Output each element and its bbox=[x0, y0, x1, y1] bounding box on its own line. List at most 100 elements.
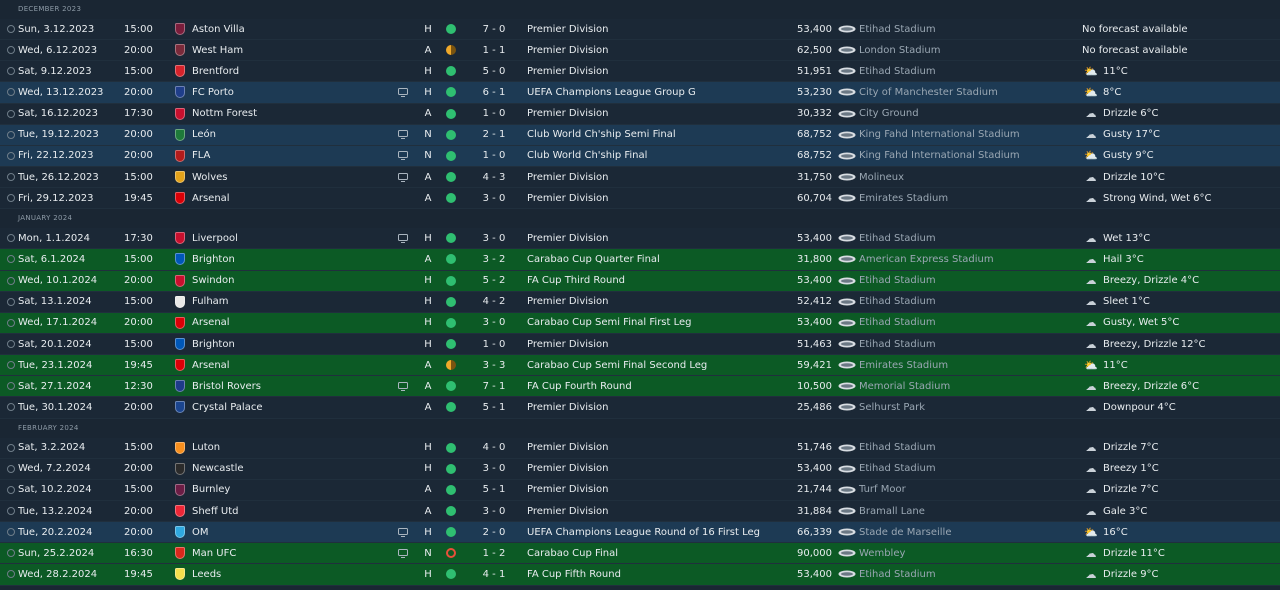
match-date[interactable]: Tue, 20.2.2024 bbox=[18, 522, 118, 542]
match-score[interactable]: 1 - 0 bbox=[474, 334, 514, 354]
stadium-name[interactable]: City of Manchester Stadium bbox=[859, 82, 1069, 102]
match-score[interactable]: 3 - 3 bbox=[474, 355, 514, 375]
opponent-name[interactable]: Liverpool bbox=[192, 228, 382, 248]
fixture-row[interactable]: Wed, 10.1.2024 20:00 Swindon H 5 - 2 FA Cup T… bbox=[0, 270, 1280, 292]
select-dot-circle[interactable] bbox=[7, 403, 15, 412]
fixture-row[interactable]: Tue, 13.2.2024 20:00 Sheff Utd A 3 - 0 Premie… bbox=[0, 500, 1280, 523]
match-score[interactable]: 1 - 2 bbox=[474, 543, 514, 563]
match-date[interactable]: Sat, 10.2.2024 bbox=[18, 480, 118, 500]
fixture-row[interactable]: Tue, 23.1.2024 19:45 Arsenal A 3 - 3 Carabao … bbox=[0, 355, 1280, 377]
match-score[interactable]: 4 - 3 bbox=[474, 167, 514, 187]
opponent-name[interactable]: Bristol Rovers bbox=[192, 376, 382, 396]
opponent-name[interactable]: Arsenal bbox=[192, 188, 382, 208]
fixture-row[interactable]: Sun, 25.2.2024 16:30 Man UFC N 1 - 2 Carabao … bbox=[0, 543, 1280, 565]
select-dot[interactable] bbox=[5, 125, 17, 145]
competition-name[interactable]: Premier Division bbox=[527, 438, 777, 458]
select-dot[interactable] bbox=[5, 271, 17, 291]
stadium-name[interactable]: Etihad Stadium bbox=[859, 19, 1069, 39]
opponent-name[interactable]: Brighton bbox=[192, 249, 382, 269]
stadium-name[interactable]: American Express Stadium bbox=[859, 249, 1069, 269]
opponent-name[interactable]: Sheff Utd bbox=[192, 501, 382, 521]
match-date[interactable]: Sun, 3.12.2023 bbox=[18, 19, 118, 39]
competition-name[interactable]: FA Cup Fourth Round bbox=[527, 376, 777, 396]
competition-name[interactable]: Premier Division bbox=[527, 334, 777, 354]
match-date[interactable]: Sat, 13.1.2024 bbox=[18, 292, 118, 312]
stadium-name[interactable]: King Fahd International Stadium bbox=[859, 146, 1069, 166]
select-dot[interactable] bbox=[5, 564, 17, 584]
select-dot-circle[interactable] bbox=[7, 507, 15, 516]
stadium-name[interactable]: Etihad Stadium bbox=[859, 228, 1069, 248]
match-score[interactable]: 7 - 0 bbox=[474, 19, 514, 39]
match-date[interactable]: Tue, 26.12.2023 bbox=[18, 167, 118, 187]
match-date[interactable]: Wed, 7.2.2024 bbox=[18, 459, 118, 479]
competition-name[interactable]: Carabao Cup Semi Final First Leg bbox=[527, 313, 777, 333]
select-dot-circle[interactable] bbox=[7, 528, 15, 537]
fixture-row[interactable]: Fri, 29.12.2023 19:45 Arsenal A 3 - 0 Premier… bbox=[0, 188, 1280, 210]
match-date[interactable]: Wed, 28.2.2024 bbox=[18, 564, 118, 584]
competition-name[interactable]: UEFA Champions League Round of 16 First … bbox=[527, 522, 777, 542]
match-date[interactable]: Tue, 30.1.2024 bbox=[18, 397, 118, 417]
match-score[interactable]: 3 - 0 bbox=[474, 188, 514, 208]
match-score[interactable]: 3 - 0 bbox=[474, 501, 514, 521]
match-score[interactable]: 1 - 0 bbox=[474, 104, 514, 124]
opponent-name[interactable]: West Ham bbox=[192, 40, 382, 60]
stadium-name[interactable]: Selhurst Park bbox=[859, 397, 1069, 417]
select-dot-circle[interactable] bbox=[7, 173, 15, 182]
select-dot-circle[interactable] bbox=[7, 67, 15, 76]
match-score[interactable]: 6 - 1 bbox=[474, 82, 514, 102]
select-dot-circle[interactable] bbox=[7, 570, 15, 579]
match-score[interactable]: 3 - 2 bbox=[474, 249, 514, 269]
opponent-name[interactable]: Luton bbox=[192, 438, 382, 458]
select-dot-circle[interactable] bbox=[7, 276, 15, 285]
match-score[interactable]: 4 - 2 bbox=[474, 292, 514, 312]
stadium-name[interactable]: Turf Moor bbox=[859, 480, 1069, 500]
match-score[interactable]: 1 - 0 bbox=[474, 146, 514, 166]
match-date[interactable]: Sat, 27.1.2024 bbox=[18, 376, 118, 396]
opponent-name[interactable]: Newcastle bbox=[192, 459, 382, 479]
stadium-name[interactable]: Emirates Stadium bbox=[859, 355, 1069, 375]
match-score[interactable]: 2 - 0 bbox=[474, 522, 514, 542]
fixture-row[interactable]: Tue, 20.2.2024 20:00 OM H 2 - 0 UEFA Champion… bbox=[0, 522, 1280, 544]
match-score[interactable]: 5 - 1 bbox=[474, 397, 514, 417]
match-score[interactable]: 5 - 1 bbox=[474, 480, 514, 500]
fixture-row[interactable]: Tue, 19.12.2023 20:00 León N 2 - 1 Club World… bbox=[0, 124, 1280, 146]
select-dot[interactable] bbox=[5, 146, 17, 166]
opponent-name[interactable]: Brighton bbox=[192, 334, 382, 354]
match-date[interactable]: Wed, 13.12.2023 bbox=[18, 82, 118, 102]
fixture-row[interactable]: Sat, 3.2.2024 15:00 Luton H 4 - 0 Premier Div… bbox=[0, 437, 1280, 459]
select-dot[interactable] bbox=[5, 188, 17, 208]
select-dot-circle[interactable] bbox=[7, 130, 15, 139]
fixture-row[interactable]: Sun, 3.12.2023 15:00 Aston Villa H 7 - 0 Prem… bbox=[0, 19, 1280, 41]
opponent-name[interactable]: Burnley bbox=[192, 480, 382, 500]
select-dot[interactable] bbox=[5, 104, 17, 124]
select-dot[interactable] bbox=[5, 82, 17, 102]
stadium-name[interactable]: Etihad Stadium bbox=[859, 313, 1069, 333]
stadium-name[interactable]: City Ground bbox=[859, 104, 1069, 124]
stadium-name[interactable]: Molineux bbox=[859, 167, 1069, 187]
select-dot-circle[interactable] bbox=[7, 464, 15, 473]
select-dot-circle[interactable] bbox=[7, 109, 15, 118]
fixture-row[interactable]: Mon, 1.1.2024 17:30 Liverpool H 3 - 0 Premier… bbox=[0, 228, 1280, 250]
select-dot[interactable] bbox=[5, 313, 17, 333]
competition-name[interactable]: Premier Division bbox=[527, 292, 777, 312]
match-score[interactable]: 5 - 0 bbox=[474, 61, 514, 81]
competition-name[interactable]: Club World Ch'ship Semi Final bbox=[527, 125, 777, 145]
competition-name[interactable]: Premier Division bbox=[527, 459, 777, 479]
select-dot-circle[interactable] bbox=[7, 255, 15, 264]
competition-name[interactable]: Carabao Cup Quarter Final bbox=[527, 249, 777, 269]
match-date[interactable]: Sat, 3.2.2024 bbox=[18, 438, 118, 458]
competition-name[interactable]: Premier Division bbox=[527, 19, 777, 39]
select-dot[interactable] bbox=[5, 19, 17, 39]
competition-name[interactable]: UEFA Champions League Group G bbox=[527, 82, 777, 102]
match-score[interactable]: 2 - 1 bbox=[474, 125, 514, 145]
stadium-name[interactable]: Memorial Stadium bbox=[859, 376, 1069, 396]
opponent-name[interactable]: Arsenal bbox=[192, 355, 382, 375]
competition-name[interactable]: Carabao Cup Final bbox=[527, 543, 777, 563]
select-dot-circle[interactable] bbox=[7, 361, 15, 370]
opponent-name[interactable]: Nottm Forest bbox=[192, 104, 382, 124]
match-date[interactable]: Sat, 6.1.2024 bbox=[18, 249, 118, 269]
select-dot-circle[interactable] bbox=[7, 485, 15, 494]
opponent-name[interactable]: Aston Villa bbox=[192, 19, 382, 39]
select-dot[interactable] bbox=[5, 355, 17, 375]
stadium-name[interactable]: Emirates Stadium bbox=[859, 188, 1069, 208]
